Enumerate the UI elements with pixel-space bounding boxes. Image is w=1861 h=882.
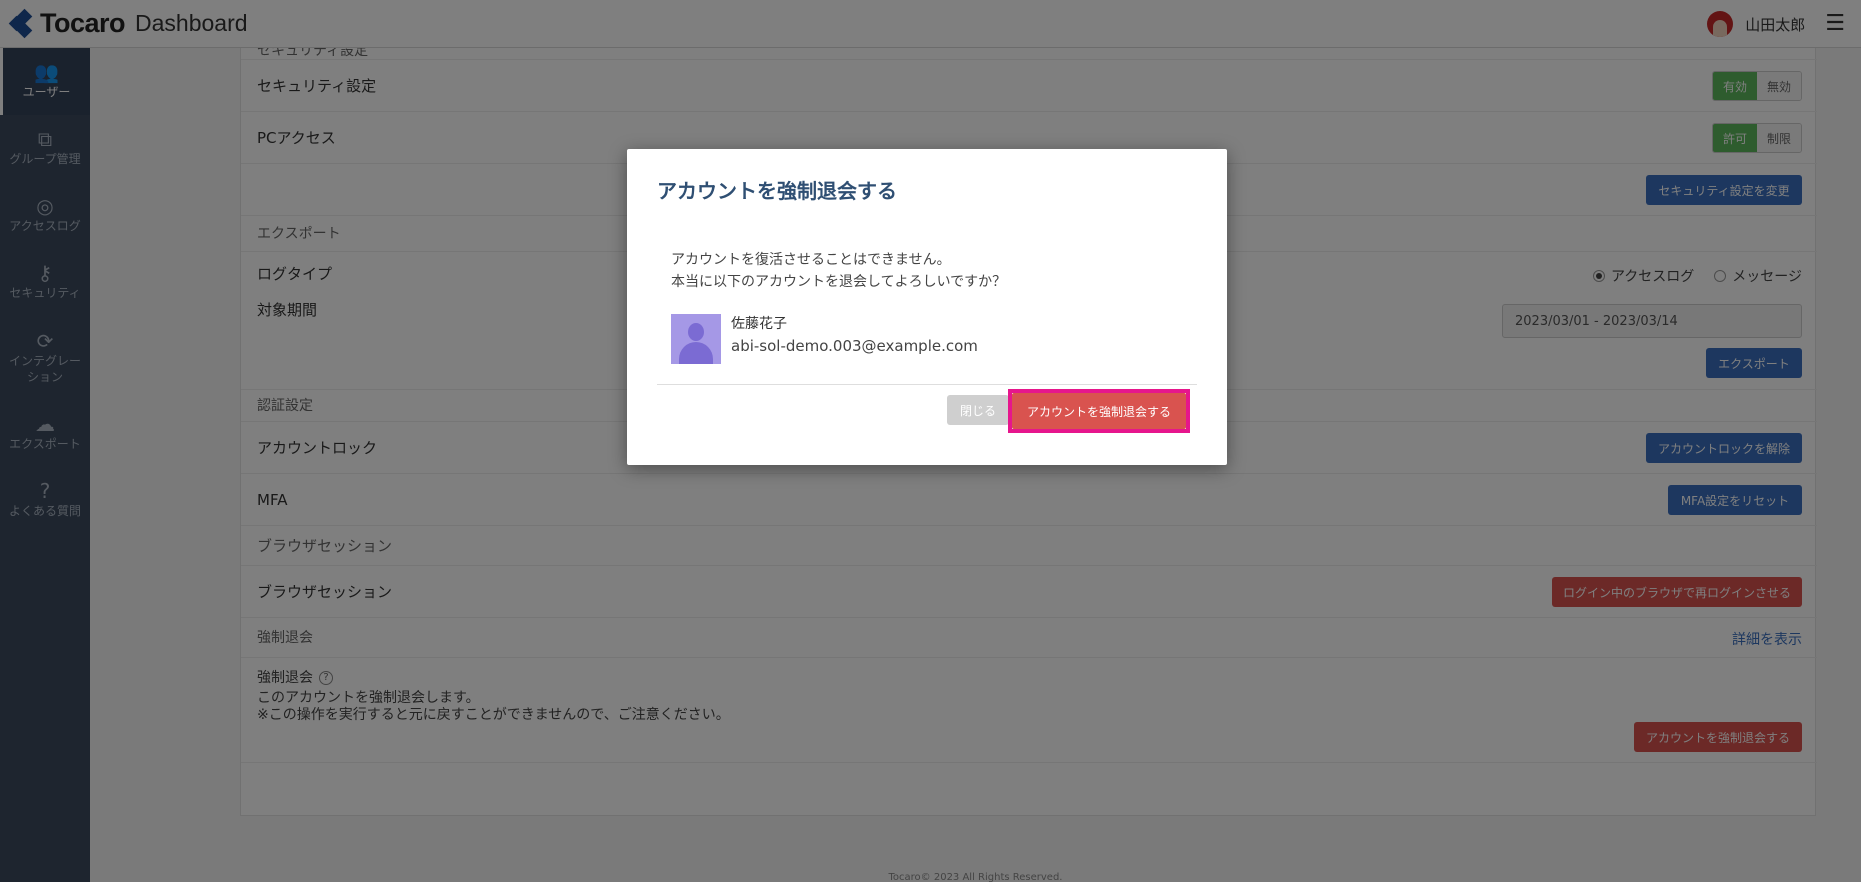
- confirm-withdraw-button[interactable]: アカウントを強制退会する: [1012, 393, 1186, 429]
- force-withdraw-modal: アカウントを強制退会する アカウントを復活させることはできません。 本当に以下の…: [627, 149, 1227, 465]
- modal-message: アカウントを復活させることはできません。 本当に以下のアカウントを退会してよろし…: [671, 249, 1006, 293]
- modal-title: アカウントを強制退会する: [657, 179, 897, 203]
- modal-message-line2: 本当に以下のアカウントを退会してよろしいですか？: [671, 274, 1007, 290]
- close-button[interactable]: 閉じる: [947, 395, 1009, 425]
- modal-message-line1: アカウントを復活させることはできません。: [671, 252, 951, 268]
- user-avatar-placeholder-icon: [671, 314, 721, 364]
- target-user-email: abi-sol-demo.003@example.com: [731, 337, 978, 355]
- modal-divider: [657, 384, 1197, 385]
- target-user-name: 佐藤花子: [731, 316, 787, 332]
